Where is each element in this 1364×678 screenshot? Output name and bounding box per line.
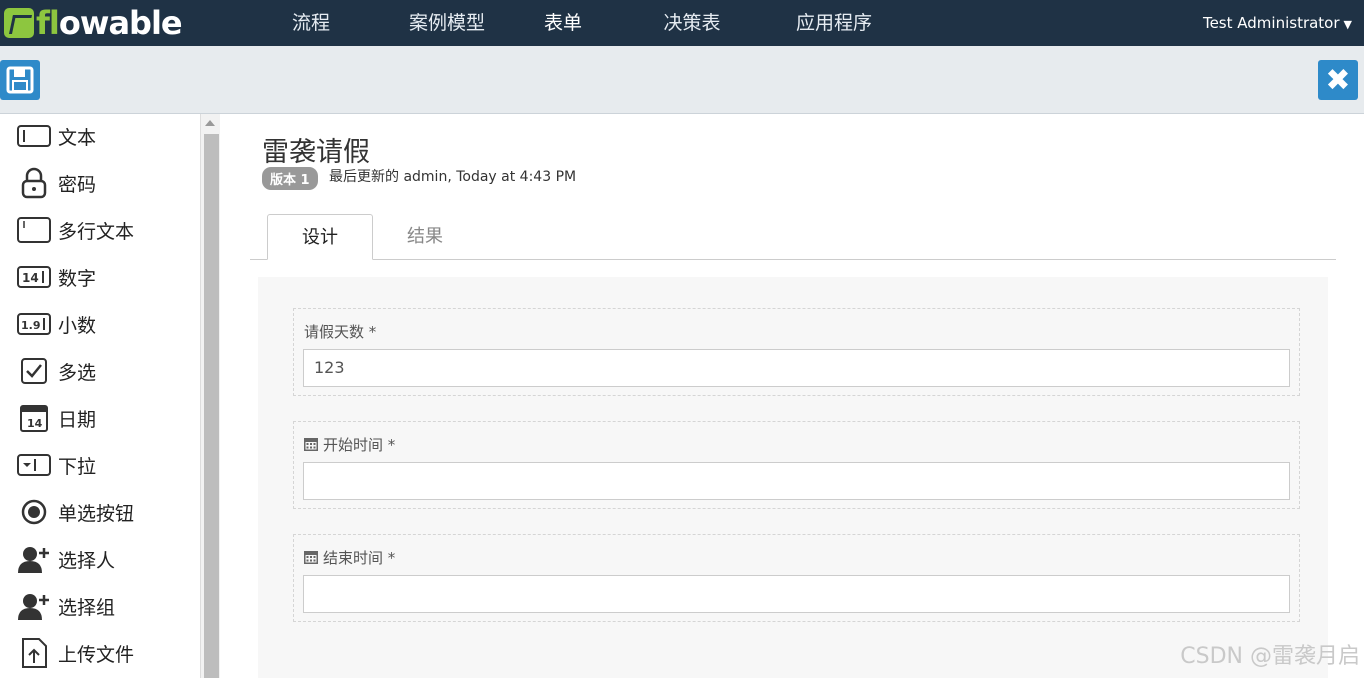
palette-item-decimal[interactable]: 1.9 小数: [16, 304, 96, 344]
palette-item-label: 文本: [58, 126, 97, 149]
dropdown-icon: [16, 449, 52, 481]
leave-days-input[interactable]: 123: [303, 349, 1290, 387]
editor-tabs: 设计 结果: [250, 214, 1336, 260]
calendar-icon: 14: [16, 402, 52, 434]
form-element-palette: 文本 密码 多行文本 14 数字 1.9 小数 多选 14 日期 下拉 单选按钮…: [0, 114, 200, 678]
number-icon: 14: [16, 261, 52, 293]
user-name: Test Administrator: [1202, 14, 1340, 32]
flowable-logo-mark-icon: [4, 8, 34, 38]
svg-text:14: 14: [27, 417, 43, 430]
last-updated-text: 最后更新的 admin, Today at 4:43 PM: [329, 169, 577, 185]
chevron-down-icon: ▼: [1343, 18, 1352, 31]
form-editor: 雷袭请假 版本 1 最后更新的 admin, Today at 4:43 PM …: [220, 114, 1364, 678]
main-nav: 流程 案例模型 表单 决策表 应用程序: [270, 0, 889, 52]
nav-item-apps[interactable]: 应用程序: [779, 0, 889, 46]
radio-icon: [16, 496, 52, 528]
palette-item-text[interactable]: 文本: [16, 116, 96, 156]
palette-item-radio[interactable]: 单选按钮: [16, 492, 134, 532]
scroll-thumb[interactable]: [204, 134, 219, 678]
close-icon: ✖: [1325, 62, 1351, 98]
form-field-start-time[interactable]: 开始时间 *: [293, 421, 1300, 509]
upload-icon: [16, 637, 52, 669]
svg-text:14: 14: [22, 271, 39, 285]
close-button[interactable]: ✖: [1318, 60, 1358, 100]
watermark: CSDN @雷袭月启: [1180, 644, 1360, 669]
save-button[interactable]: [0, 60, 40, 100]
tab-design[interactable]: 设计: [267, 214, 373, 260]
scroll-up-arrow-icon[interactable]: [205, 120, 215, 126]
svg-text:1.9: 1.9: [21, 319, 41, 332]
add-person-icon: [16, 543, 52, 575]
palette-item-multiline-text[interactable]: 多行文本: [16, 210, 134, 250]
end-time-input[interactable]: [303, 575, 1290, 613]
palette-item-upload[interactable]: 上传文件: [16, 633, 134, 673]
nav-item-forms[interactable]: 表单: [523, 0, 603, 52]
nav-item-processes[interactable]: 流程: [270, 0, 352, 46]
palette-item-label: 密码: [58, 173, 97, 196]
tab-outcomes[interactable]: 结果: [373, 214, 477, 260]
logo-text: flowable: [36, 4, 183, 42]
palette-item-label: 选择人: [58, 549, 116, 572]
palette-item-label: 小数: [58, 314, 97, 337]
field-label: 请假天数 *: [304, 323, 377, 341]
palette-item-label: 日期: [58, 408, 97, 431]
add-group-icon: [16, 590, 52, 622]
text-field-icon: [16, 120, 52, 152]
palette-item-checkbox[interactable]: 多选: [16, 351, 96, 391]
lock-icon: [16, 167, 52, 199]
field-label: 开始时间 *: [304, 434, 395, 455]
user-menu[interactable]: Test Administrator ▼: [1203, 0, 1352, 48]
palette-item-date[interactable]: 14 日期: [16, 398, 96, 438]
nav-item-decision-tables[interactable]: 决策表: [647, 0, 737, 46]
form-field-leave-days[interactable]: 请假天数 * 123: [293, 308, 1300, 396]
palette-item-select-person[interactable]: 选择人: [16, 539, 115, 579]
palette-item-label: 上传文件: [58, 643, 135, 666]
editor-toolbar: ✖: [0, 46, 1364, 114]
flowable-logo[interactable]: flowable: [4, 4, 183, 42]
palette-item-label: 单选按钮: [58, 502, 135, 525]
form-canvas[interactable]: 请假天数 * 123 开始时间 * 结束时间 *: [258, 277, 1328, 678]
version-badge: 版本 1: [262, 167, 318, 190]
start-time-input[interactable]: [303, 462, 1290, 500]
nav-item-case-models[interactable]: 案例模型: [392, 0, 502, 46]
palette-item-label: 多选: [58, 361, 97, 384]
palette-item-number[interactable]: 14 数字: [16, 257, 96, 297]
multiline-text-icon: [16, 214, 52, 246]
save-icon: [6, 66, 34, 94]
checkbox-icon: [16, 355, 52, 387]
palette-item-password[interactable]: 密码: [16, 163, 96, 203]
calendar-icon: [304, 551, 318, 564]
decimal-icon: 1.9: [16, 308, 52, 340]
form-field-end-time[interactable]: 结束时间 *: [293, 534, 1300, 622]
palette-item-label: 选择组: [58, 596, 116, 619]
top-nav-bar: flowable 流程 案例模型 表单 决策表 应用程序 Test Admini…: [0, 0, 1364, 52]
palette-item-label: 数字: [58, 267, 97, 290]
page-title: 雷袭请假: [262, 137, 370, 168]
calendar-icon: [304, 438, 318, 451]
palette-item-dropdown[interactable]: 下拉: [16, 445, 96, 485]
palette-scrollbar[interactable]: [200, 114, 220, 678]
palette-item-label: 多行文本: [58, 220, 135, 243]
field-label: 结束时间 *: [304, 547, 395, 568]
palette-item-label: 下拉: [58, 455, 97, 478]
palette-item-select-group[interactable]: 选择组: [16, 586, 115, 626]
